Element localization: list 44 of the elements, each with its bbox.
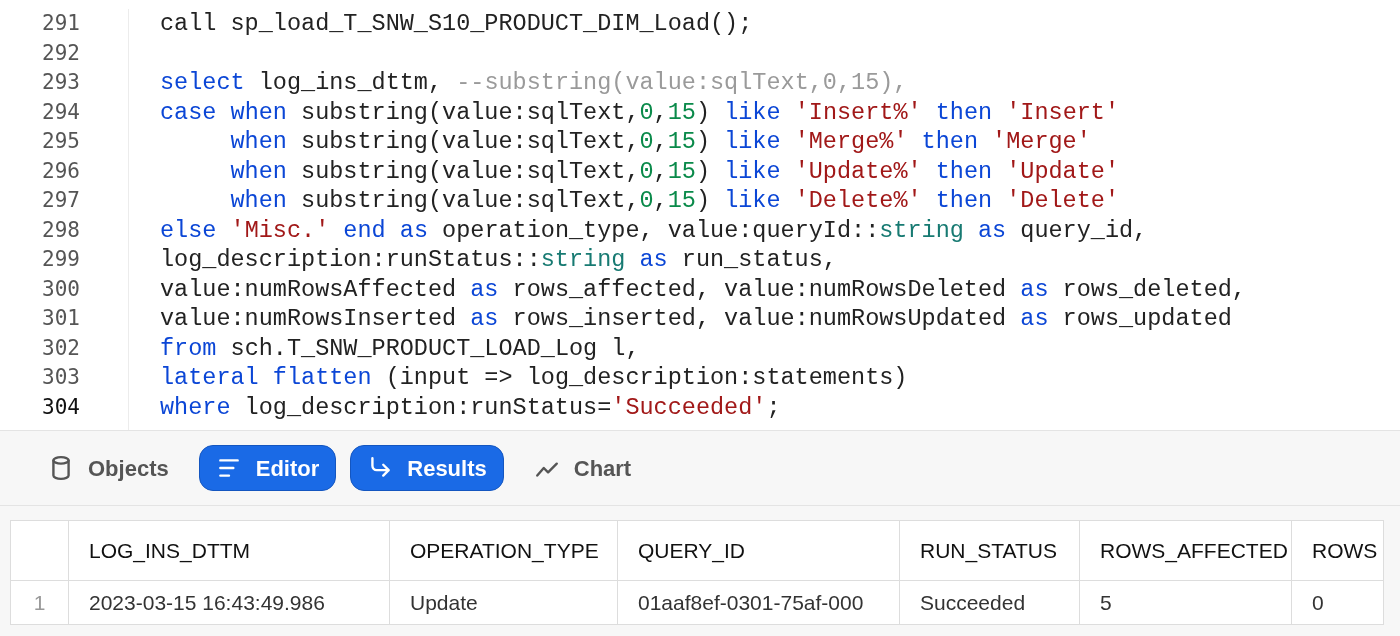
code-line: lateral flatten (input => log_description:statements) (160, 366, 908, 390)
line-number: 300 (41, 275, 80, 303)
column-header: ROWS (1292, 521, 1384, 581)
code-line: case when substring(value:sqlText,0,15) like 'Insert%' then 'Insert' (160, 100, 1120, 124)
table-cell: 2023-03-15 16:43:49.986 (69, 581, 390, 625)
column-header: LOG_INS_DTTM (69, 521, 390, 581)
line-number: 304 (41, 393, 80, 421)
row-number: 1 (11, 581, 69, 625)
line-number: 296 (41, 157, 80, 185)
code-line: when substring(value:sqlText,0,15) like 'Delete%' then 'Delete' (229, 189, 1120, 213)
toolbar-tab[interactable]: Results (350, 445, 504, 491)
column-header: QUERY_ID (618, 521, 900, 581)
code-line: select log_ins_dttm, --substring(value:sqlText,0,15), (160, 71, 908, 95)
code-line: else 'Misc.' end as operation_type, value:queryId::string as query_id, (160, 218, 1148, 242)
toolbar-tab[interactable]: Objects (32, 445, 185, 491)
line-number: 292 (41, 39, 80, 67)
code-line: log_description:runStatus::string as run_status, (160, 248, 837, 272)
table-cell: Succeeded (900, 581, 1080, 625)
table-cell: 5 (1080, 581, 1292, 625)
code-line: where log_description:runStatus='Succeeded'; (160, 395, 781, 419)
line-number: 298 (41, 216, 80, 244)
line-number: 301 (41, 305, 80, 332)
line-number: 293 (41, 69, 80, 96)
table-cell: Update (390, 581, 618, 625)
code-line: from sch.T_SNW_PRODUCT_LOAD_Log l, (160, 336, 640, 360)
code-line: value:numRowsInserted as rows_inserted, value:numRowsUpdated as rows_updated (160, 307, 1232, 331)
column-header: RUN_STATUS (900, 521, 1080, 581)
table-cell: 01aaf8ef-0301-75af-000 (618, 581, 900, 625)
table-cell: 0 (1292, 581, 1384, 625)
code-line: call sp_load_T_SNW_S10_PRODUCT_DIM_Load(); (160, 12, 753, 36)
line-number: 303 (41, 364, 80, 391)
line-number: 294 (41, 98, 80, 126)
toolbar-tab[interactable]: Chart (517, 445, 648, 491)
column-header: ROWS_AFFECTED (1080, 521, 1292, 581)
code-line: when substring(value:sqlText,0,15) like 'Update%' then 'Update' (229, 159, 1120, 183)
toolbar-tab[interactable]: Editor (198, 445, 337, 491)
line-number: 297 (41, 187, 80, 214)
line-number: 291 (41, 10, 80, 37)
line-number: 302 (41, 334, 80, 362)
code-line: when substring(value:sqlText,0,15) like 'Merge%' then 'Merge' (229, 130, 1091, 154)
column-header: OPERATION_TYPE (390, 521, 618, 581)
line-number: 295 (41, 128, 80, 155)
code-line: value:numRowsAffected as rows_affected, value:numRowsDeleted as rows_deleted, (160, 277, 1246, 301)
line-number: 299 (41, 246, 80, 273)
